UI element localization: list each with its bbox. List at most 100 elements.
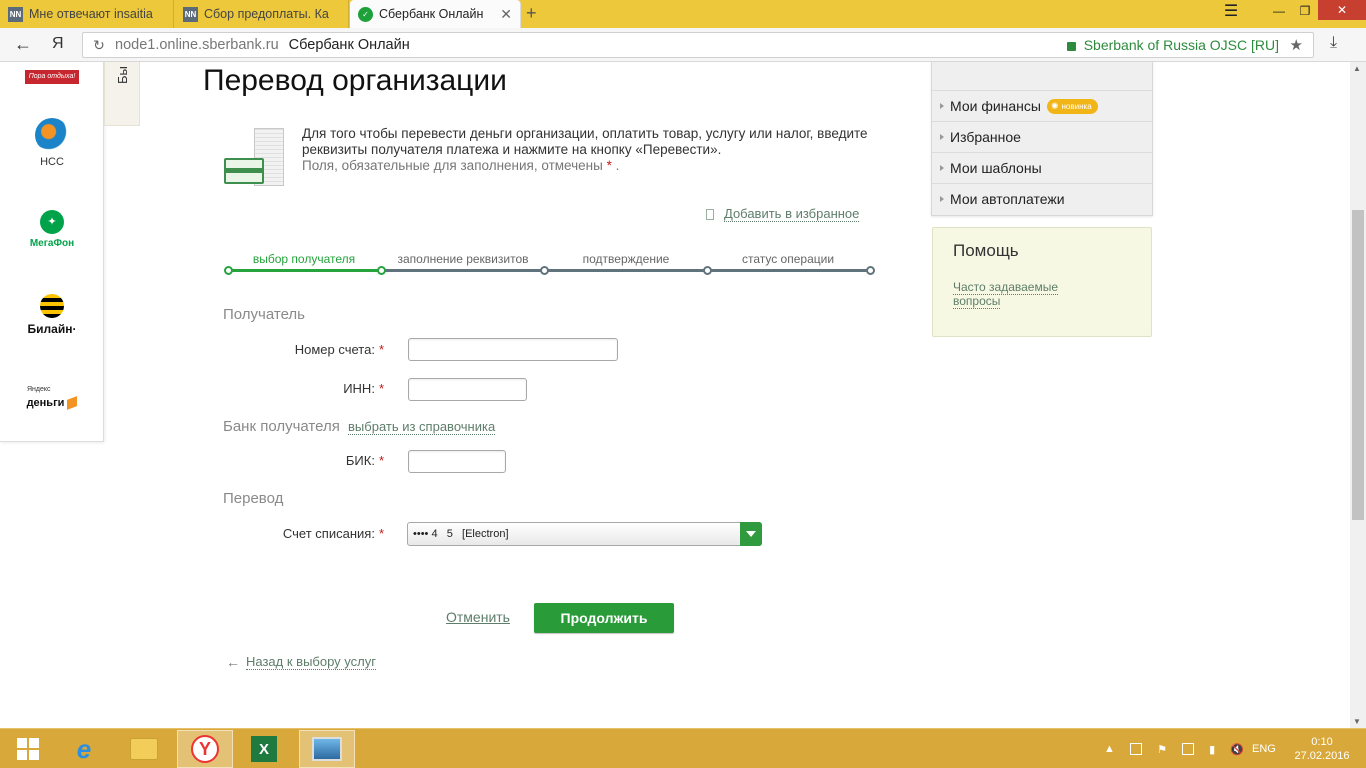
close-window-icon[interactable]: ✕ xyxy=(1318,0,1366,20)
sidebar-item-label: Избранное xyxy=(950,129,1021,145)
progress-steps: выбор получателя заполнение реквизитов п… xyxy=(222,252,878,276)
url-domain: node1.online.sberbank.ru xyxy=(115,37,279,53)
step-dot xyxy=(377,266,386,275)
bookmark-icon xyxy=(706,208,714,220)
show-hidden-icons-icon[interactable]: ▲ xyxy=(1104,743,1115,755)
page-title: Перевод организации xyxy=(203,64,507,97)
maximize-icon[interactable]: ❐ xyxy=(1292,0,1318,22)
back-to-services-link[interactable]: ← Назад к выбору услуг xyxy=(226,654,376,670)
folder-icon xyxy=(130,738,158,760)
scroll-up-icon[interactable]: ▲ xyxy=(1353,64,1361,73)
debit-account-select[interactable]: •••• 4 5 [Electron] xyxy=(407,522,762,546)
battery-icon[interactable] xyxy=(1182,743,1195,755)
taskbar-yandex-browser[interactable]: Y xyxy=(177,730,233,768)
excel-icon: X xyxy=(251,736,277,762)
clock[interactable]: 0:10 27.02.2016 xyxy=(1290,729,1354,768)
continue-button[interactable]: Продолжить xyxy=(534,603,674,633)
close-tab-icon[interactable]: ✕ xyxy=(500,6,512,23)
quick-payments-tab-label: Бы xyxy=(115,66,130,84)
desktop-icon[interactable] xyxy=(1129,743,1142,755)
start-button[interactable] xyxy=(0,730,56,768)
url-field[interactable]: ↻ node1.online.sberbank.ru Сбербанк Онла… xyxy=(82,32,1314,58)
back-arrow-icon: ← xyxy=(226,654,240,670)
account-number-input[interactable] xyxy=(408,338,618,361)
sidebar-item-my-finances[interactable]: Мои финансы ✺ новинка xyxy=(932,90,1152,121)
minimize-icon[interactable]: — xyxy=(1266,0,1292,22)
triangle-right-icon xyxy=(940,134,944,140)
partner-logo-nss[interactable]: НСС xyxy=(0,118,104,168)
triangle-right-icon xyxy=(940,165,944,171)
add-to-favorites-label: Добавить в избранное xyxy=(724,206,860,222)
windows-logo-icon xyxy=(17,738,39,760)
quick-payments-tab[interactable]: Бы xyxy=(104,62,140,126)
partner-logo-megafon[interactable]: ✦ МегаФон xyxy=(0,210,104,249)
step-dot xyxy=(224,266,233,275)
sidebar-item-label: Мои финансы xyxy=(950,98,1041,114)
inn-label: ИНН: * xyxy=(343,381,384,396)
sidebar-item-autopayments[interactable]: Мои автоплатежи xyxy=(932,183,1152,214)
yandex-money-logo-icon: деньги xyxy=(27,396,78,410)
sidebar-item-templates[interactable]: Мои шаблоны xyxy=(932,152,1152,183)
volume-muted-icon[interactable]: 🔇 xyxy=(1230,743,1244,756)
language-indicator[interactable]: ENG xyxy=(1252,729,1276,768)
chevron-down-icon[interactable] xyxy=(740,522,762,546)
step-label-recipient: выбор получателя xyxy=(252,252,356,266)
internet-explorer-icon: e xyxy=(76,733,92,764)
site-favicon-icon: NN xyxy=(183,6,198,22)
partner-logo-text: Билайн· xyxy=(27,322,77,336)
scroll-down-icon[interactable]: ▼ xyxy=(1353,717,1361,726)
inn-input[interactable] xyxy=(408,378,527,401)
clock-time: 0:10 xyxy=(1311,736,1333,748)
partners-panel: Пора отдыха! НСС ✦ МегаФон Билайн· Яндек… xyxy=(0,62,104,442)
scrollbar-thumb[interactable] xyxy=(1352,210,1364,520)
account-number-label: Номер счета: * xyxy=(294,342,384,357)
browser-tab-active[interactable]: ✓ Сбербанк Онлайн ✕ xyxy=(350,0,521,28)
certificate-indicator[interactable]: Sberbank of Russia OJSC [RU] xyxy=(1066,37,1279,53)
organization-transfer-illustration-icon xyxy=(222,124,288,188)
lock-icon xyxy=(1066,41,1076,51)
step-label-confirm: подтверждение xyxy=(582,252,670,266)
url-page-title: Сбербанк Онлайн xyxy=(288,37,410,53)
choose-from-directory-link[interactable]: выбрать из справочника xyxy=(348,419,496,435)
page-scrollbar[interactable]: ▲ ▼ xyxy=(1350,62,1366,728)
back-arrow-icon[interactable]: ← xyxy=(14,34,32,55)
partner-logo-text: Яндекс xyxy=(27,386,51,393)
sidebar-item-label: Мои автоплатежи xyxy=(950,191,1065,207)
beeline-logo-icon xyxy=(40,294,64,318)
browser-tab-bar: NN Мне отвечают insaitia NN Сбор предопл… xyxy=(0,0,1366,28)
flag-icon[interactable]: ⚑ xyxy=(1157,743,1167,756)
section-recipient: Получатель xyxy=(223,306,305,323)
taskbar-internet-explorer[interactable]: e xyxy=(56,730,112,768)
network-icon[interactable]: ▮ xyxy=(1209,743,1215,756)
taskbar-file-explorer[interactable] xyxy=(116,730,172,768)
tab-title: Сбербанк Онлайн xyxy=(379,7,484,21)
add-to-favorites-link[interactable]: Добавить в избранное xyxy=(706,206,860,222)
cancel-link[interactable]: Отменить xyxy=(446,609,510,625)
bookmark-star-icon[interactable]: ★ xyxy=(1290,36,1303,54)
windows-taskbar: e Y X ▲ ⚑ ▮ 🔇 ENG 0:10 27.02.2016 xyxy=(0,728,1366,768)
tab-title: Сбор предоплаты. Ка xyxy=(204,7,329,21)
triangle-right-icon xyxy=(940,196,944,202)
yandex-icon[interactable]: Я xyxy=(52,35,64,53)
browser-tab[interactable]: NN Мне отвечают insaitia xyxy=(0,0,174,28)
sidebar-item-favorites[interactable]: Избранное xyxy=(932,121,1152,152)
partner-logo-yandex-money[interactable]: Яндекс деньги xyxy=(0,386,104,411)
bik-input[interactable] xyxy=(408,450,506,473)
faq-link[interactable]: Часто задаваемые вопросы xyxy=(953,280,1103,309)
taskbar-excel[interactable]: X xyxy=(236,730,292,768)
partner-logo[interactable]: Пора отдыха! xyxy=(0,70,104,84)
browser-tab[interactable]: NN Сбор предоплаты. Ка xyxy=(175,0,349,28)
reload-icon[interactable]: ↻ xyxy=(87,37,111,54)
browser-menu-icon[interactable]: ☰ xyxy=(1219,0,1243,22)
taskbar-photo-viewer[interactable] xyxy=(299,730,355,768)
back-to-services-label: Назад к выбору услуг xyxy=(246,654,376,670)
debit-account-label: Счет списания: * xyxy=(282,526,384,541)
partner-logo-text: Пора отдыха! xyxy=(25,70,79,84)
new-tab-button[interactable]: + xyxy=(526,3,537,24)
partner-logo-beeline[interactable]: Билайн· xyxy=(0,294,104,336)
help-box: Помощь Часто задаваемые вопросы xyxy=(932,227,1152,337)
download-icon[interactable]: ⤓ xyxy=(1330,34,1337,52)
section-bank: Банк получателя выбрать из справочника xyxy=(223,418,496,435)
sidebar-menu: Мои финансы ✺ новинка Избранное Мои шабло… xyxy=(931,62,1153,216)
megafon-logo-icon: ✦ xyxy=(40,210,64,234)
